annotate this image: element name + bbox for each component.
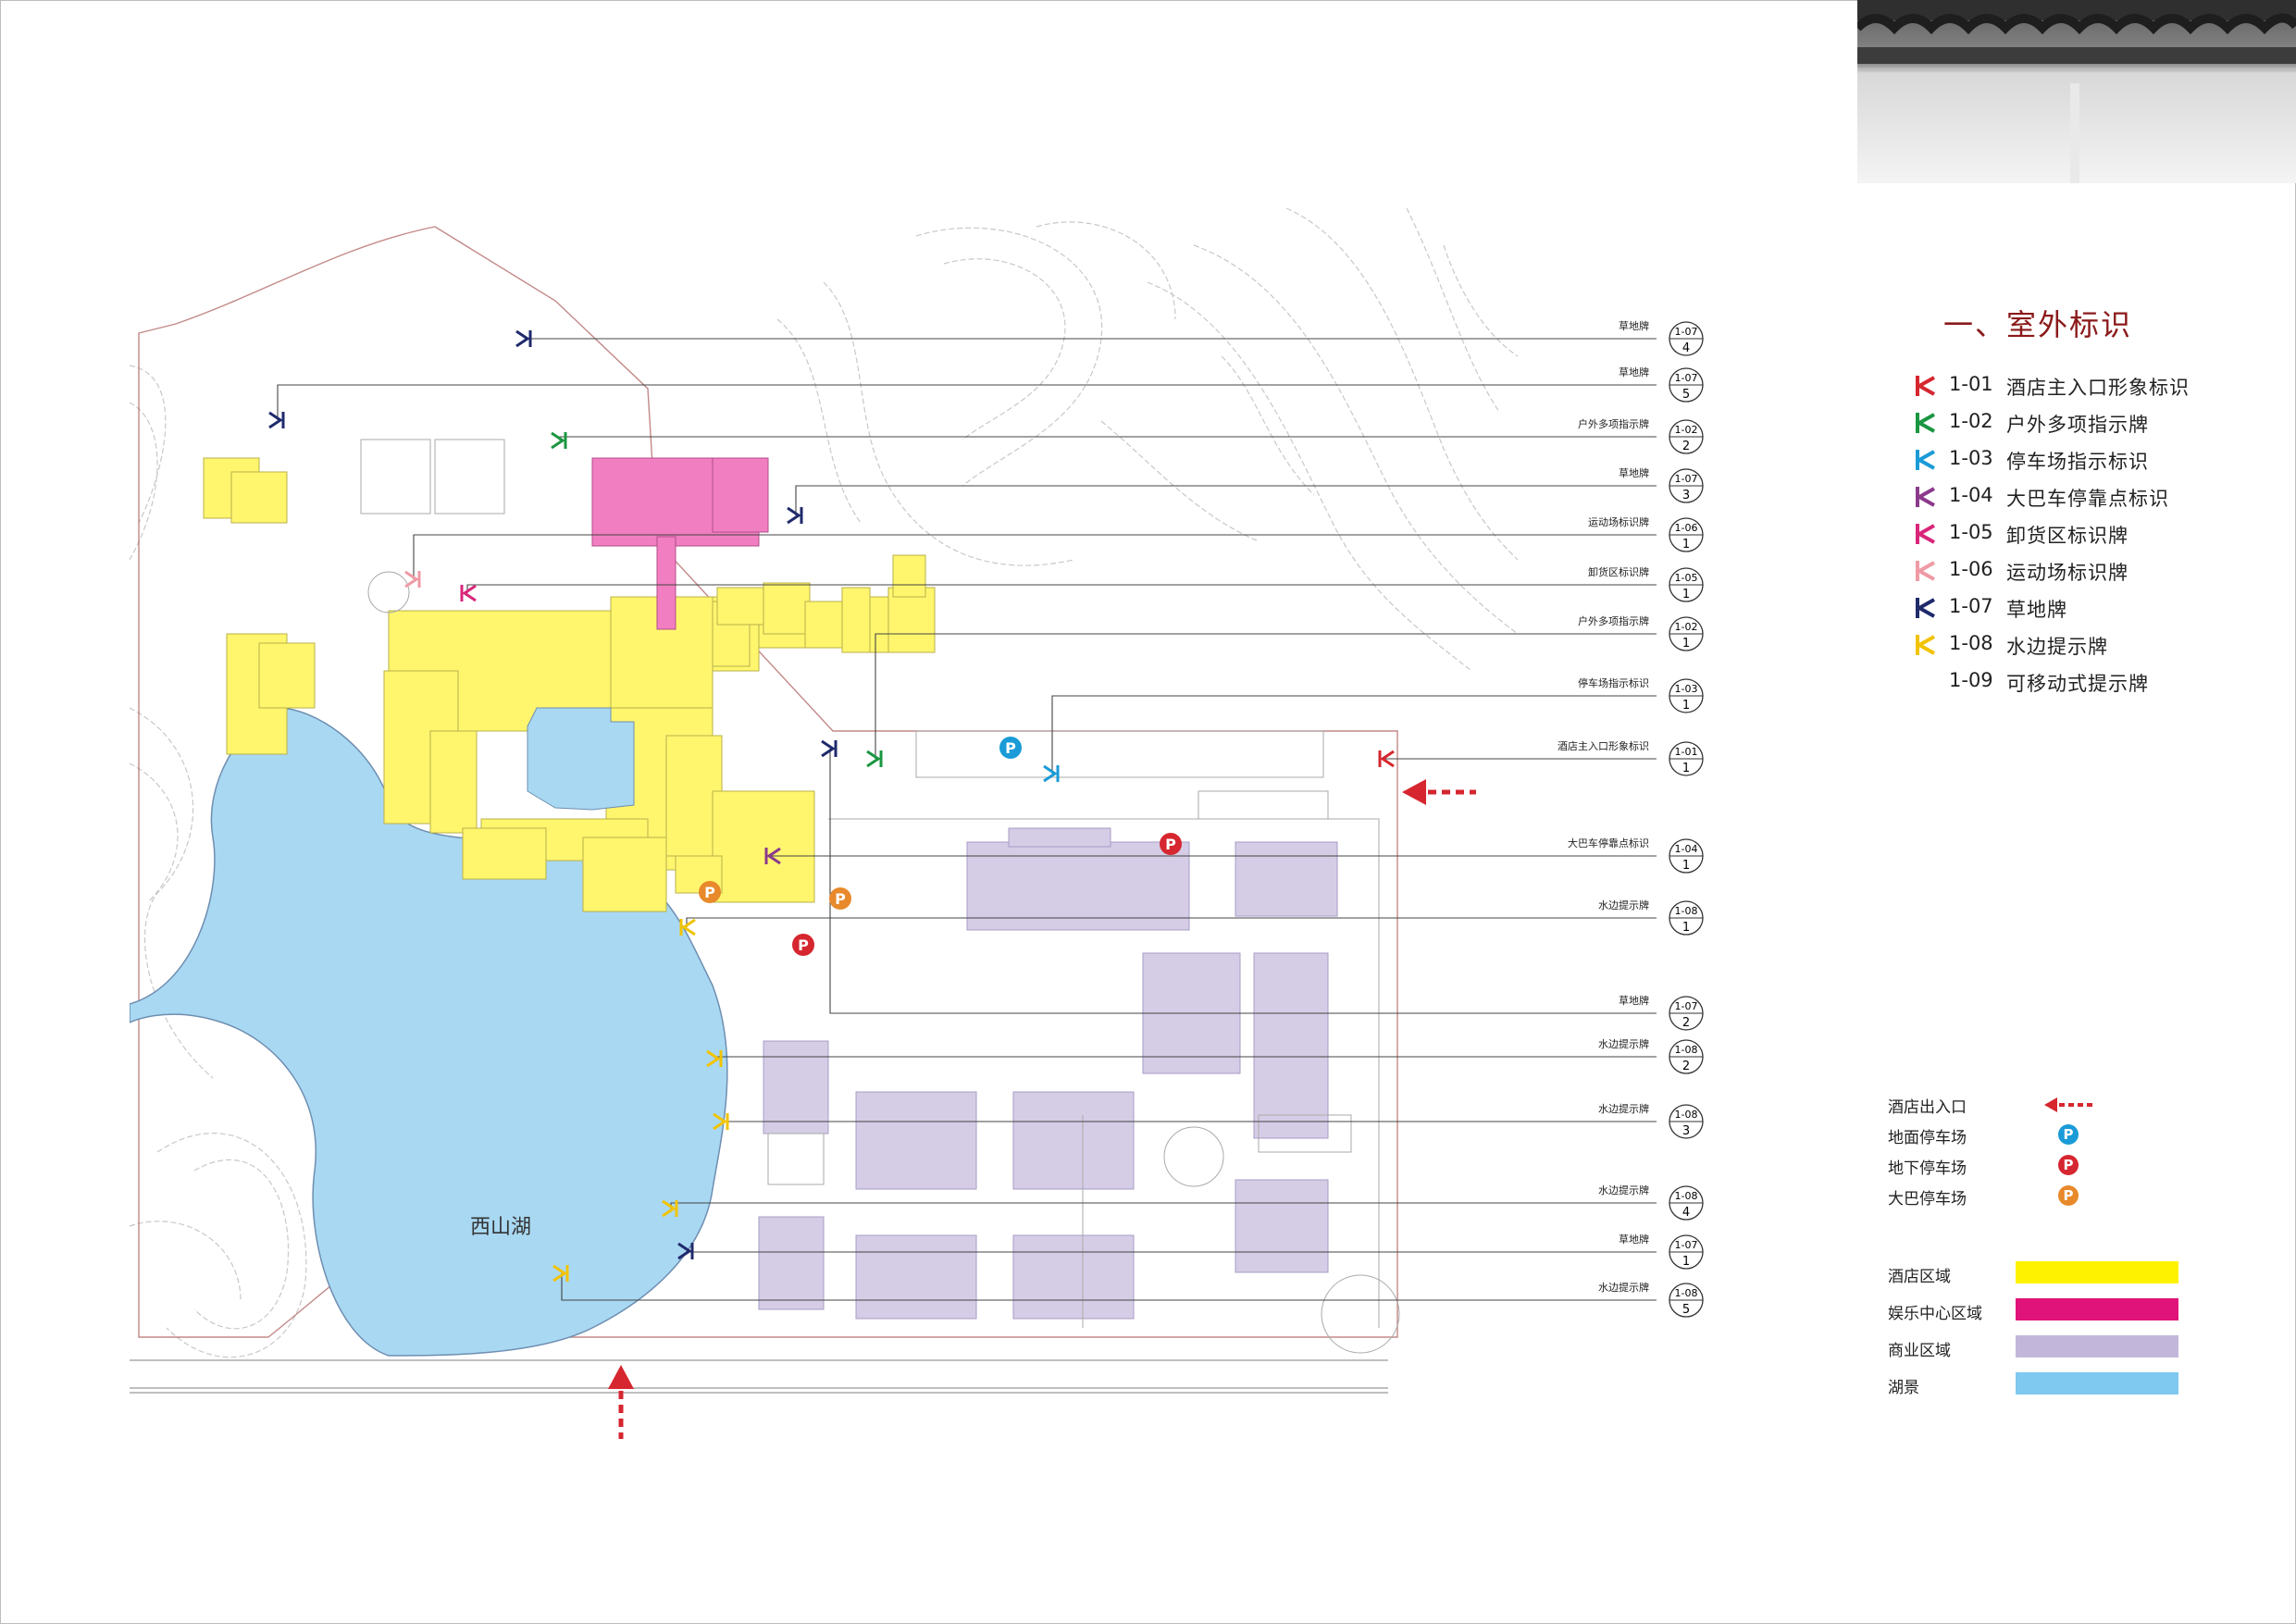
sign-code: 1-04 xyxy=(1949,484,1993,506)
sign-code: 1-07 xyxy=(1949,595,1993,617)
area-legend-label: 湖景 xyxy=(1888,1379,1919,1397)
sign-code: 1-08 xyxy=(1949,632,1993,654)
sign-code: 1-02 xyxy=(1949,410,1993,432)
sign-code: 1-09 xyxy=(1949,669,1993,691)
sign-name: 酒店主入口形象标识 xyxy=(2006,377,2190,399)
sign-type-1-05: 1-05 卸货区标识牌 xyxy=(1914,519,2284,547)
sign-code: 1-03 xyxy=(1949,447,1993,469)
sign-name: 草地牌 xyxy=(2006,599,2067,621)
parking-icon: P xyxy=(2057,1184,2079,1210)
sign-code: 1-05 xyxy=(1949,521,1993,543)
sign-name: 卸货区标识牌 xyxy=(2006,525,2128,547)
sign-code: 1-06 xyxy=(1949,558,1993,580)
commercial-area xyxy=(758,827,1338,1320)
sign-type-1-08: 1-08 水边提示牌 xyxy=(1914,630,2284,658)
sign-type-1-01: 1-01 酒店主入口形象标识 xyxy=(1914,371,2284,399)
area-color-swatch xyxy=(2016,1372,2178,1395)
sign-type-1-04: 1-04 大巴车停靠点标识 xyxy=(1914,482,2284,510)
area-color-swatch xyxy=(2016,1298,2178,1320)
svg-text:P: P xyxy=(2064,1126,2074,1143)
parking-icon: P xyxy=(2057,1123,2079,1149)
facility-legend-label: 地下停车场 xyxy=(1888,1159,1967,1178)
area-color-swatch xyxy=(2016,1261,2178,1283)
section-title: 一、室外标识 xyxy=(1943,307,2133,342)
sign-name: 可移动式提示牌 xyxy=(2006,673,2149,695)
area-legend-label: 娱乐中心区域 xyxy=(1888,1305,1982,1323)
sign-code: 1-01 xyxy=(1949,373,1993,395)
facility-legend-label: 地面停车场 xyxy=(1888,1129,1967,1147)
courtyard-pond xyxy=(527,707,635,811)
area-legend-label: 商业区域 xyxy=(1888,1342,1951,1360)
sign-name: 水边提示牌 xyxy=(2006,636,2108,658)
sign-type-1-09: 1-09 可移动式提示牌 xyxy=(1914,667,2284,695)
facility-legend-label: 酒店出入口 xyxy=(1888,1098,1967,1117)
area-legend-label: 酒店区域 xyxy=(1888,1268,1951,1286)
svg-text:P: P xyxy=(2064,1187,2074,1204)
svg-text:P: P xyxy=(2064,1157,2074,1173)
parking-icon: P xyxy=(2057,1154,2079,1180)
facility-legend-label: 大巴停车场 xyxy=(1888,1190,1967,1209)
sign-type-1-07: 1-07 草地牌 xyxy=(1914,593,2284,621)
site-plan-map: 西山湖 xyxy=(130,207,1519,1394)
sign-type-1-06: 1-06 运动场标识牌 xyxy=(1914,556,2284,584)
sign-name: 运动场标识牌 xyxy=(2006,562,2128,584)
sign-name: 大巴车停靠点标识 xyxy=(2006,488,2169,510)
area-color-swatch xyxy=(2016,1335,2178,1357)
roof-tile-photo xyxy=(1857,0,2296,183)
sign-name: 户外多项指示牌 xyxy=(2006,414,2149,436)
sign-type-1-03: 1-03 停车场指示标识 xyxy=(1914,445,2284,473)
lake-name-label: 西山湖 xyxy=(470,1216,531,1239)
sign-type-1-02: 1-02 户外多项指示牌 xyxy=(1914,408,2284,436)
sign-name: 停车场指示标识 xyxy=(2006,451,2149,473)
roads xyxy=(130,1359,1388,1394)
dashed-red-arrow-icon xyxy=(2041,1096,2096,1118)
